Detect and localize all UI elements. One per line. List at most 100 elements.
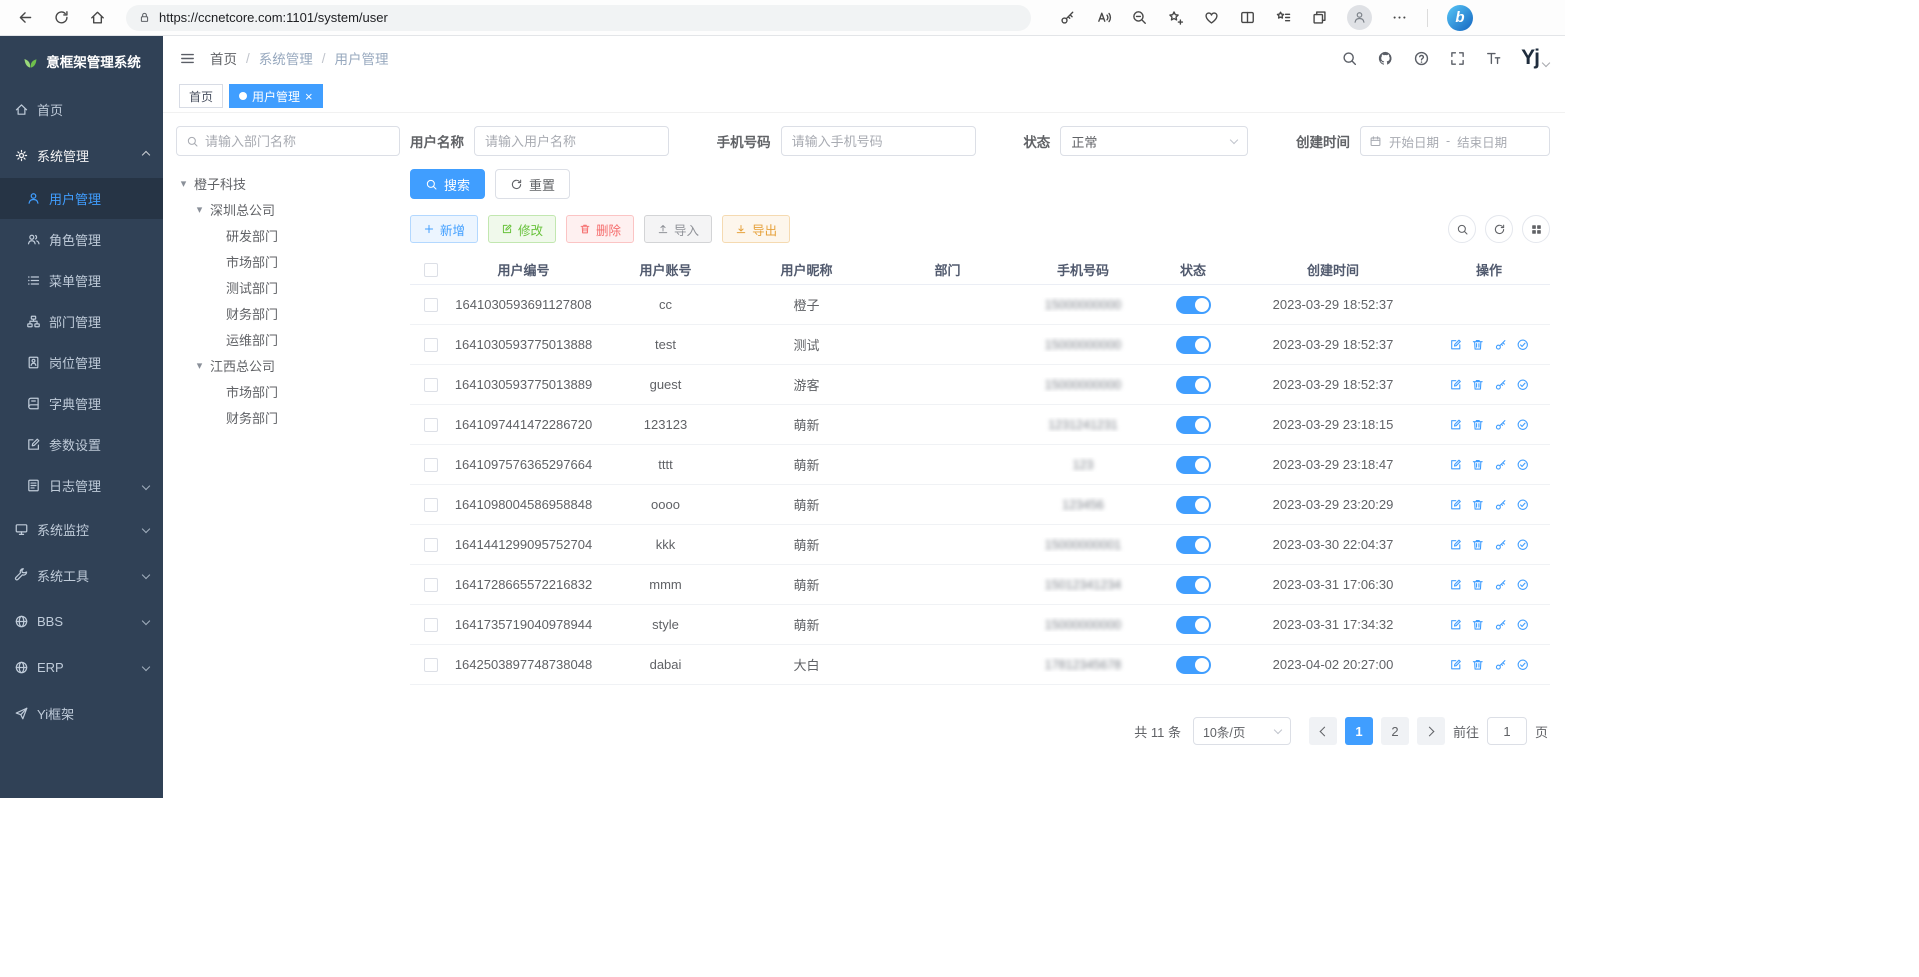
assign-role-icon[interactable] bbox=[1516, 538, 1530, 552]
reset-password-icon[interactable] bbox=[1494, 418, 1508, 432]
reset-password-icon[interactable] bbox=[1494, 498, 1508, 512]
assign-role-icon[interactable] bbox=[1516, 338, 1530, 352]
sidebar-item-role[interactable]: 角色管理 bbox=[0, 219, 163, 260]
status-toggle[interactable] bbox=[1176, 616, 1211, 634]
row-checkbox[interactable] bbox=[424, 658, 438, 672]
row-checkbox[interactable] bbox=[424, 418, 438, 432]
row-checkbox[interactable] bbox=[424, 458, 438, 472]
toggle-search-button[interactable] bbox=[1448, 215, 1476, 243]
help-icon[interactable] bbox=[1413, 50, 1430, 67]
tree-node-6[interactable]: 运维部门 bbox=[176, 326, 400, 352]
tab-home[interactable]: 首页 bbox=[179, 84, 223, 108]
tree-node-8[interactable]: 市场部门 bbox=[176, 378, 400, 404]
refresh-table-button[interactable] bbox=[1485, 215, 1513, 243]
delete-row-icon[interactable] bbox=[1471, 498, 1485, 512]
status-toggle[interactable] bbox=[1176, 576, 1211, 594]
dept-search-input[interactable] bbox=[205, 134, 390, 149]
reset-password-icon[interactable] bbox=[1494, 378, 1508, 392]
sidebar-item-erp[interactable]: ERP bbox=[0, 644, 163, 690]
next-page-button[interactable] bbox=[1417, 717, 1445, 745]
tree-node-9[interactable]: 财务部门 bbox=[176, 404, 400, 430]
sidebar-item-post[interactable]: 岗位管理 bbox=[0, 342, 163, 383]
page-button-2[interactable]: 2 bbox=[1381, 717, 1409, 745]
sidebar-toggle-icon[interactable] bbox=[179, 50, 196, 67]
assign-role-icon[interactable] bbox=[1516, 498, 1530, 512]
tree-node-3[interactable]: 市场部门 bbox=[176, 248, 400, 274]
edit-row-icon[interactable] bbox=[1449, 498, 1463, 512]
browser-home-icon[interactable] bbox=[82, 4, 112, 32]
zoom-icon[interactable] bbox=[1131, 9, 1148, 26]
edit-row-icon[interactable] bbox=[1449, 658, 1463, 672]
phone-input[interactable] bbox=[781, 126, 976, 156]
font-size-icon[interactable] bbox=[1485, 50, 1502, 67]
back-icon[interactable] bbox=[10, 4, 40, 32]
tree-node-7[interactable]: ▾江西总公司 bbox=[176, 352, 400, 378]
reset-password-icon[interactable] bbox=[1494, 618, 1508, 632]
assign-role-icon[interactable] bbox=[1516, 418, 1530, 432]
sidebar-item-system[interactable]: 系统管理 bbox=[0, 132, 163, 178]
status-toggle[interactable] bbox=[1176, 536, 1211, 554]
row-checkbox[interactable] bbox=[424, 498, 438, 512]
date-range-picker[interactable]: 开始日期 - 结束日期 bbox=[1360, 126, 1550, 156]
tree-node-4[interactable]: 测试部门 bbox=[176, 274, 400, 300]
copilot-icon[interactable]: b bbox=[1447, 5, 1473, 31]
password-key-icon[interactable] bbox=[1059, 9, 1076, 26]
delete-row-icon[interactable] bbox=[1471, 338, 1485, 352]
split-screen-icon[interactable] bbox=[1239, 9, 1256, 26]
reset-password-icon[interactable] bbox=[1494, 538, 1508, 552]
row-checkbox[interactable] bbox=[424, 298, 438, 312]
tree-node-0[interactable]: ▾橙子科技 bbox=[176, 170, 400, 196]
page-size-select[interactable]: 10条/页 bbox=[1193, 717, 1291, 745]
row-checkbox[interactable] bbox=[424, 378, 438, 392]
assign-role-icon[interactable] bbox=[1516, 578, 1530, 592]
tree-node-1[interactable]: ▾深圳总公司 bbox=[176, 196, 400, 222]
edit-row-icon[interactable] bbox=[1449, 538, 1463, 552]
address-bar[interactable]: https://ccnetcore.com:1101/system/user bbox=[126, 5, 1031, 31]
profile-avatar[interactable] bbox=[1347, 5, 1372, 30]
delete-row-icon[interactable] bbox=[1471, 458, 1485, 472]
prev-page-button[interactable] bbox=[1309, 717, 1337, 745]
reset-password-icon[interactable] bbox=[1494, 458, 1508, 472]
search-button[interactable]: 搜索 bbox=[410, 169, 485, 199]
assign-role-icon[interactable] bbox=[1516, 458, 1530, 472]
collections-icon[interactable] bbox=[1311, 9, 1328, 26]
browser-essentials-icon[interactable] bbox=[1203, 9, 1220, 26]
sidebar-item-dict[interactable]: 字典管理 bbox=[0, 383, 163, 424]
row-checkbox[interactable] bbox=[424, 578, 438, 592]
sidebar-item-tool[interactable]: 系统工具 bbox=[0, 552, 163, 598]
status-toggle[interactable] bbox=[1176, 376, 1211, 394]
row-checkbox[interactable] bbox=[424, 618, 438, 632]
sidebar-item-monitor[interactable]: 系统监控 bbox=[0, 506, 163, 552]
search-icon[interactable] bbox=[1341, 50, 1358, 67]
breadcrumb-item-home[interactable]: 首页 bbox=[210, 48, 237, 68]
username-input[interactable] bbox=[474, 126, 669, 156]
sidebar-item-menu[interactable]: 菜单管理 bbox=[0, 260, 163, 301]
sidebar-item-dept[interactable]: 部门管理 bbox=[0, 301, 163, 342]
reload-icon[interactable] bbox=[46, 4, 76, 32]
sidebar-item-user[interactable]: 用户管理 bbox=[0, 178, 163, 219]
sidebar-item-bbs[interactable]: BBS bbox=[0, 598, 163, 644]
delete-row-icon[interactable] bbox=[1471, 618, 1485, 632]
reset-password-icon[interactable] bbox=[1494, 338, 1508, 352]
status-toggle[interactable] bbox=[1176, 416, 1211, 434]
delete-row-icon[interactable] bbox=[1471, 578, 1485, 592]
tree-node-5[interactable]: 财务部门 bbox=[176, 300, 400, 326]
more-options-icon[interactable] bbox=[1391, 9, 1408, 26]
assign-role-icon[interactable] bbox=[1516, 378, 1530, 392]
export-button[interactable]: 导出 bbox=[722, 215, 790, 243]
sidebar-item-home[interactable]: 首页 bbox=[0, 86, 163, 132]
read-aloud-icon[interactable] bbox=[1095, 9, 1112, 26]
add-favorite-icon[interactable] bbox=[1167, 9, 1184, 26]
delete-row-icon[interactable] bbox=[1471, 658, 1485, 672]
add-button[interactable]: 新增 bbox=[410, 215, 478, 243]
import-button[interactable]: 导入 bbox=[644, 215, 712, 243]
row-checkbox[interactable] bbox=[424, 538, 438, 552]
fullscreen-icon[interactable] bbox=[1449, 50, 1466, 67]
goto-page-input[interactable] bbox=[1487, 717, 1527, 745]
close-tab-icon[interactable]: × bbox=[305, 90, 313, 103]
edit-row-icon[interactable] bbox=[1449, 418, 1463, 432]
edit-row-icon[interactable] bbox=[1449, 458, 1463, 472]
delete-row-icon[interactable] bbox=[1471, 378, 1485, 392]
user-logo[interactable]: Yj bbox=[1521, 46, 1549, 70]
sidebar-item-yi[interactable]: Yi框架 bbox=[0, 690, 163, 736]
